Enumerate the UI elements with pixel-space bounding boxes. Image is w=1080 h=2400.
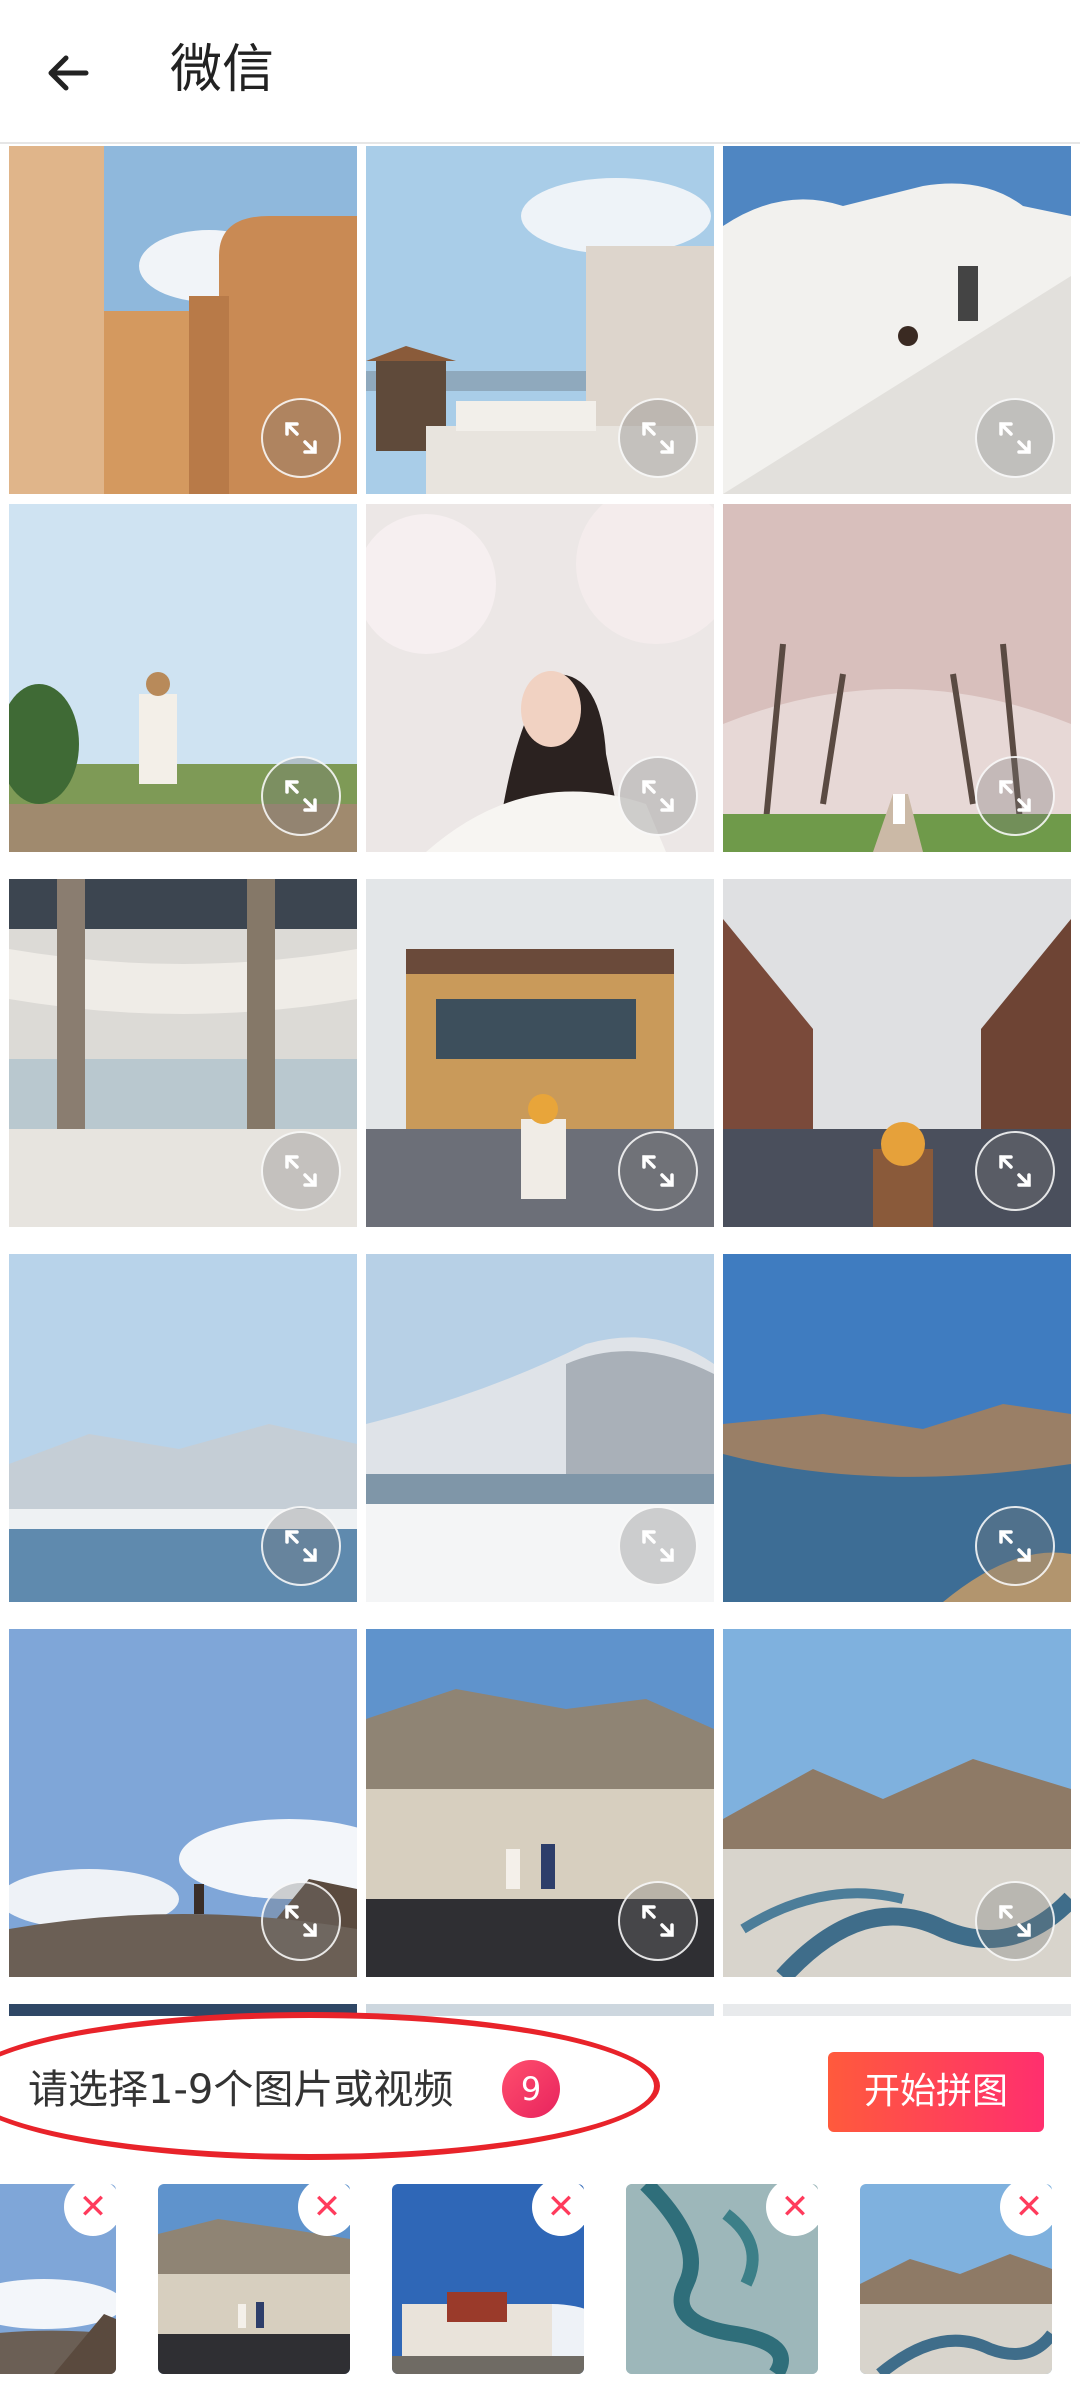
selection-prompt: 请选择1-9个图片或视频 bbox=[28, 2067, 454, 2113]
photo-snowy-mountain-shore[interactable] bbox=[366, 1254, 714, 1602]
start-collage-button[interactable]: 开始拼图 bbox=[828, 2052, 1044, 2132]
photo-image bbox=[723, 2004, 1071, 2016]
photo-tibetan-building-crowd[interactable] bbox=[366, 879, 714, 1227]
back-button[interactable] bbox=[34, 38, 104, 108]
expand-button[interactable] bbox=[261, 1881, 341, 1961]
expand-button[interactable] bbox=[975, 1131, 1055, 1211]
photo-image bbox=[366, 2004, 714, 2016]
expand-button[interactable] bbox=[618, 756, 698, 836]
photo-cherry-blossom-path[interactable] bbox=[723, 504, 1071, 852]
expand-button[interactable] bbox=[261, 1131, 341, 1211]
expand-arrows-icon bbox=[999, 780, 1031, 812]
photo-snowy-lake-mountains[interactable] bbox=[9, 1254, 357, 1602]
photo-aerial-river-valley[interactable] bbox=[723, 1629, 1071, 1977]
close-icon: ✕ bbox=[780, 2187, 810, 2227]
expand-arrows-icon bbox=[285, 422, 317, 454]
expand-arrows-icon bbox=[285, 1905, 317, 1937]
expand-arrows-icon bbox=[285, 1155, 317, 1187]
photo-couple-riverbank[interactable] bbox=[366, 1629, 714, 1977]
expand-button[interactable] bbox=[975, 1506, 1055, 1586]
expand-button[interactable] bbox=[618, 1131, 698, 1211]
expand-arrows-icon bbox=[285, 780, 317, 812]
photo-white-rooftop-terrace[interactable] bbox=[366, 146, 714, 494]
photo-tibetan-street-crowd[interactable] bbox=[723, 879, 1071, 1227]
close-icon: ✕ bbox=[1014, 2187, 1044, 2227]
arrow-left-icon bbox=[48, 55, 89, 91]
expand-arrows-icon bbox=[285, 1530, 317, 1562]
expand-arrows-icon bbox=[642, 1905, 674, 1937]
expand-button[interactable] bbox=[618, 1881, 698, 1961]
top-bar: 微信 bbox=[0, 0, 1080, 144]
photo-person-on-dunes[interactable] bbox=[9, 1629, 357, 1977]
expand-button[interactable] bbox=[975, 756, 1055, 836]
photo-partial-row[interactable] bbox=[366, 2004, 714, 2016]
expand-arrows-icon bbox=[642, 780, 674, 812]
close-icon: ✕ bbox=[78, 2187, 108, 2227]
selected-potala-palace[interactable]: ✕ bbox=[392, 2184, 584, 2374]
expand-arrows-icon bbox=[642, 1530, 674, 1562]
selected-couple-riverbank[interactable]: ✕ bbox=[158, 2184, 350, 2374]
photo-white-staircase-building[interactable] bbox=[723, 146, 1071, 494]
expand-arrows-icon bbox=[999, 1155, 1031, 1187]
expand-arrows-icon bbox=[642, 422, 674, 454]
expand-button[interactable] bbox=[618, 1506, 698, 1586]
expand-arrows-icon bbox=[999, 1530, 1031, 1562]
selected-count-badge: 9 bbox=[502, 2060, 560, 2118]
expand-button[interactable] bbox=[261, 398, 341, 478]
photo-partial-row[interactable] bbox=[723, 2004, 1071, 2016]
selected-person-on-dunes[interactable]: ✕ bbox=[0, 2184, 116, 2374]
expand-button[interactable] bbox=[975, 398, 1055, 478]
photo-curved-building-pillars[interactable] bbox=[9, 879, 357, 1227]
expand-button[interactable] bbox=[261, 756, 341, 836]
expand-arrows-icon bbox=[642, 1155, 674, 1187]
close-icon: ✕ bbox=[312, 2187, 342, 2227]
expand-arrows-icon bbox=[999, 422, 1031, 454]
close-icon: ✕ bbox=[546, 2187, 576, 2227]
selected-aerial-river-valley[interactable]: ✕ bbox=[860, 2184, 1052, 2374]
photo-woman-cherry-blossoms[interactable] bbox=[366, 504, 714, 852]
expand-button[interactable] bbox=[975, 1881, 1055, 1961]
photo-woman-in-grass-field[interactable] bbox=[9, 504, 357, 852]
expand-button[interactable] bbox=[618, 398, 698, 478]
photo-desert-architecture[interactable] bbox=[9, 146, 357, 494]
selected-tray: ✕ ✕ ✕ ✕ ✕ bbox=[0, 2176, 1080, 2376]
photo-grid bbox=[0, 146, 1080, 2016]
page-title: 微信 bbox=[170, 40, 275, 100]
photo-blue-lake-valley[interactable] bbox=[723, 1254, 1071, 1602]
expand-button[interactable] bbox=[261, 1506, 341, 1586]
expand-arrows-icon bbox=[999, 1905, 1031, 1937]
selected-winding-road-aerial[interactable]: ✕ bbox=[626, 2184, 818, 2374]
